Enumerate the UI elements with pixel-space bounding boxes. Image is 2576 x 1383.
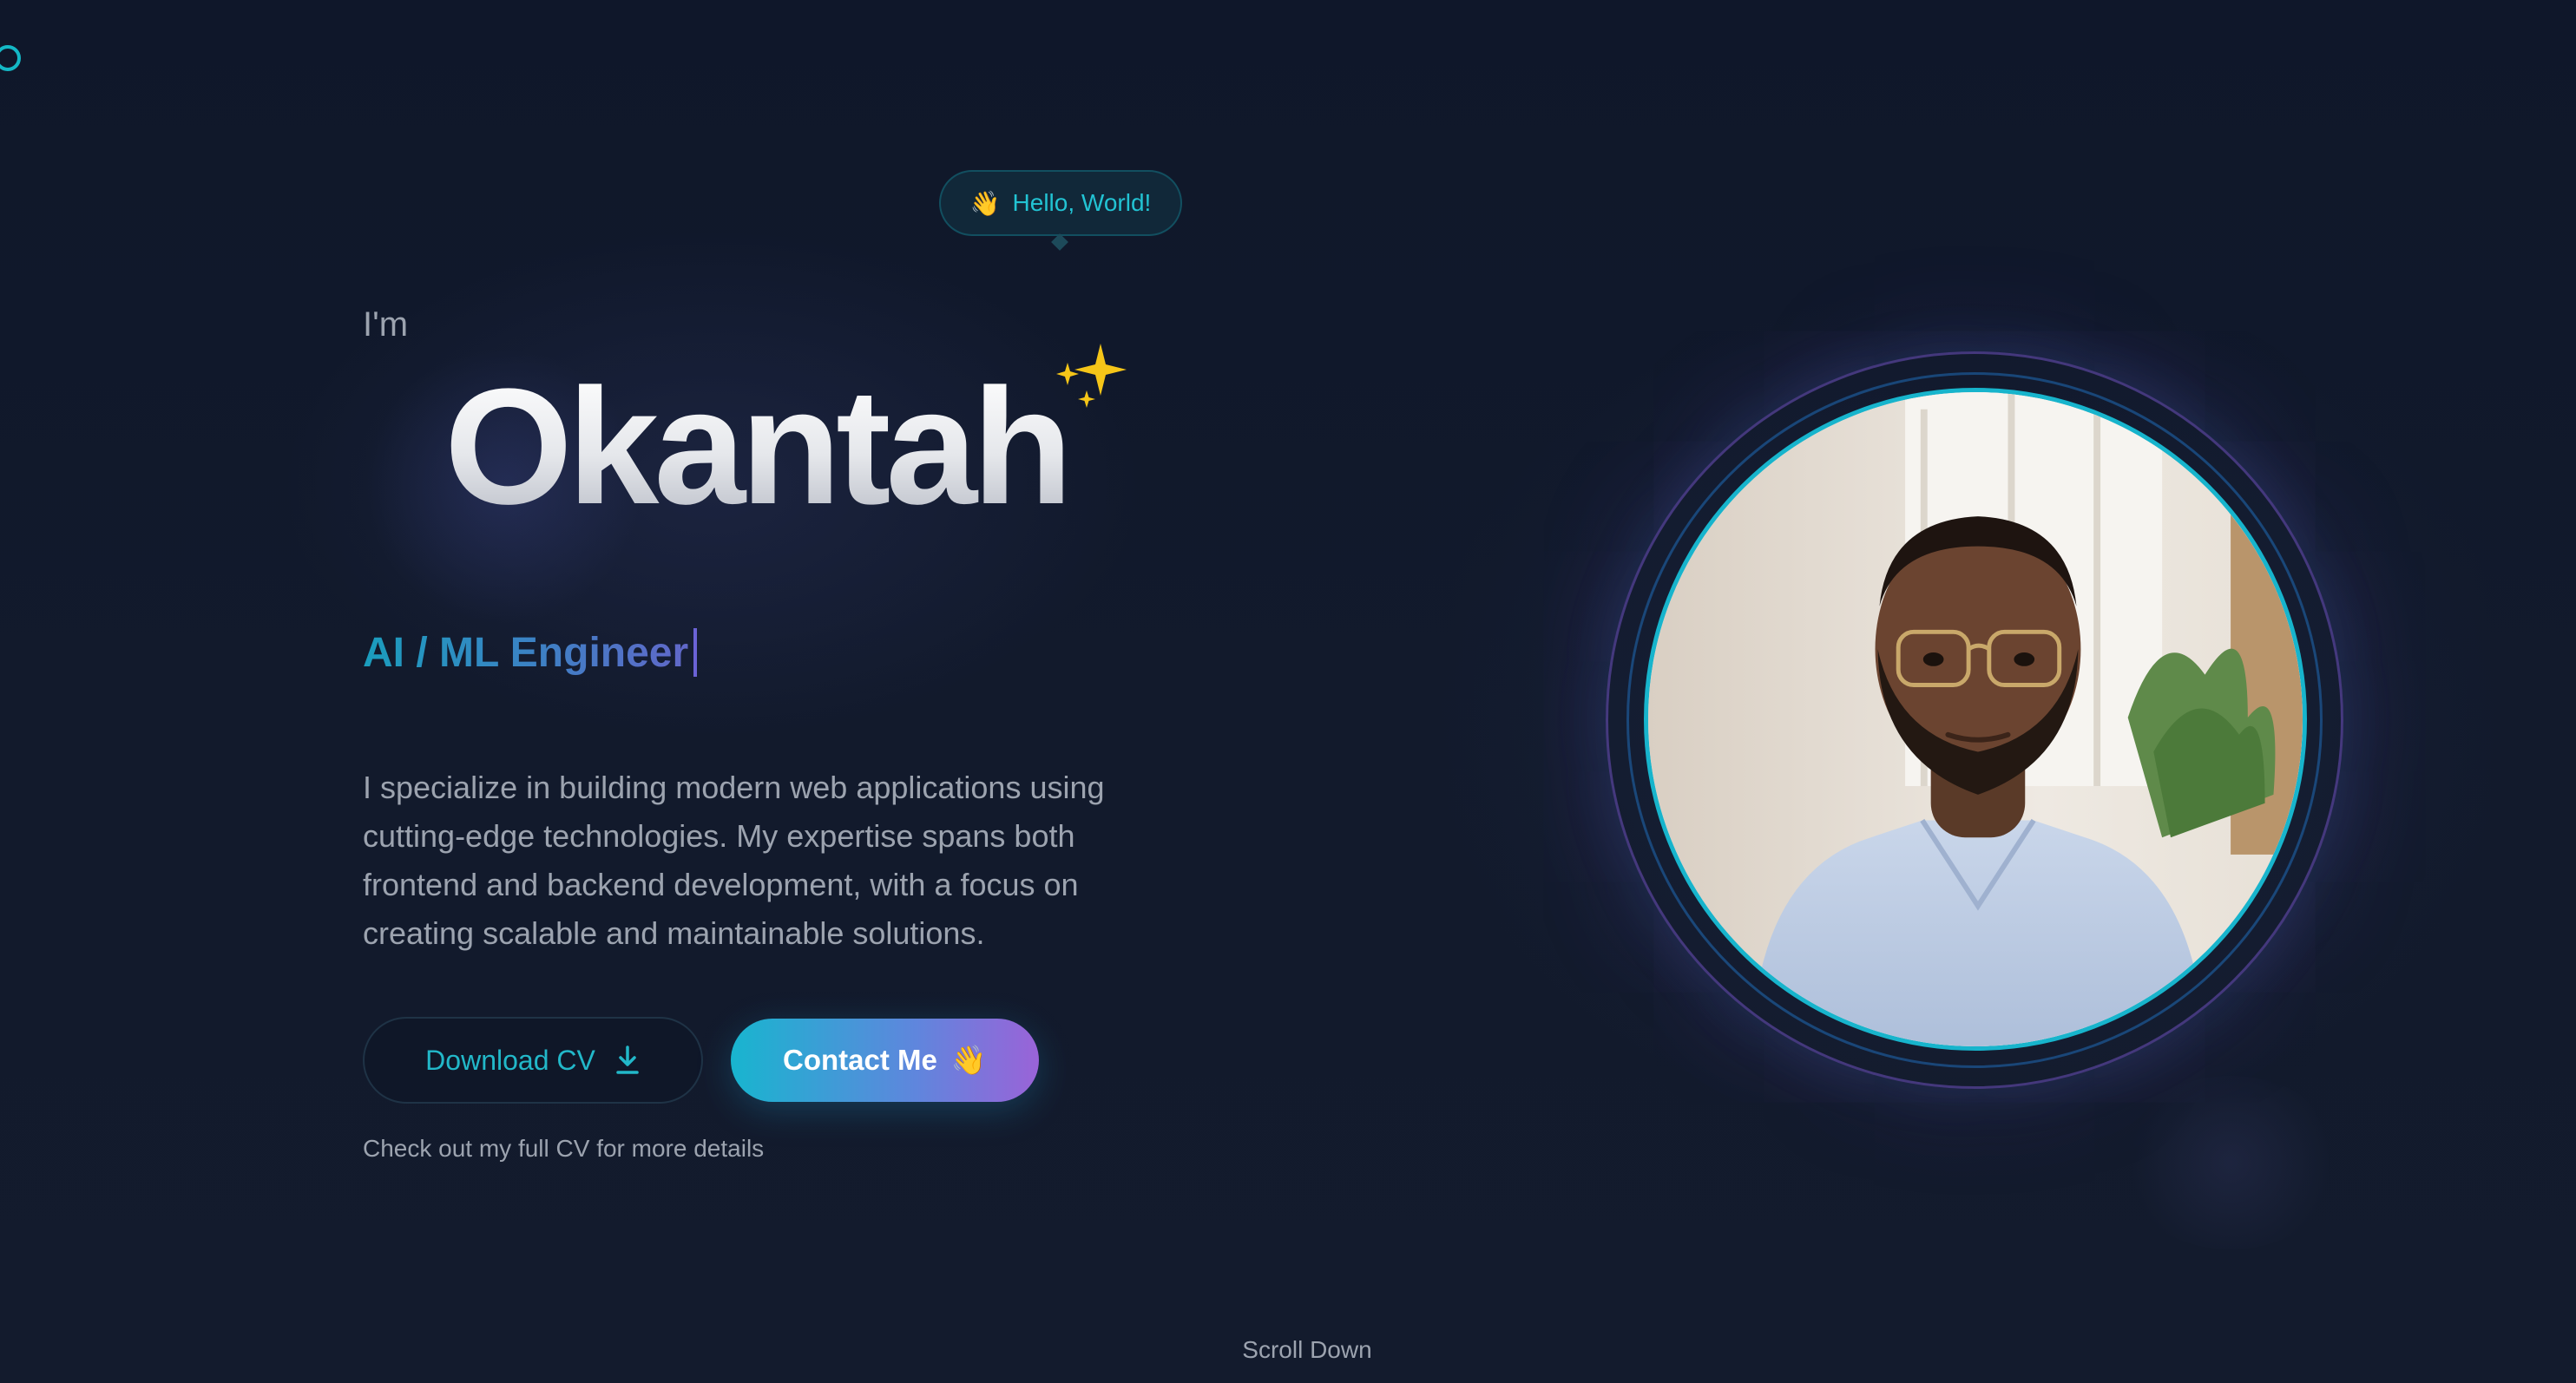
role-text: AI / ML Engineer: [363, 629, 689, 676]
ring-icon[interactable]: [0, 45, 21, 71]
download-cv-button[interactable]: Download CV: [363, 1017, 703, 1104]
download-cv-label: Download CV: [425, 1044, 595, 1076]
profile-photo: [1644, 388, 2307, 1051]
bio-paragraph: I specialize in building modern web appl…: [363, 770, 1105, 951]
scroll-down-indicator[interactable]: Scroll Down: [0, 1336, 2576, 1364]
role-typewriter: AI / ML Engineer: [363, 628, 698, 677]
background-glow: [2118, 1076, 2343, 1249]
badge-tail: [1051, 233, 1068, 251]
download-icon: [616, 1045, 639, 1074]
hero-name: Okantah: [444, 355, 1073, 539]
cv-note: Check out my full CV for more details: [363, 1135, 765, 1162]
typing-caret: [693, 628, 698, 677]
hero-section: 👋 Hello, World! I'm Okantah AI / ML Engi…: [0, 0, 2576, 1383]
profile-avatar: [1606, 351, 2343, 1089]
hello-badge: 👋 Hello, World!: [939, 170, 1182, 236]
contact-me-button[interactable]: Contact Me 👋: [731, 1019, 1039, 1102]
contact-me-label: Contact Me: [783, 1044, 937, 1076]
waving-hand-icon: 👋: [969, 189, 1001, 217]
sparkles-icon: [1056, 344, 1127, 408]
waving-hand-icon: 👋: [950, 1043, 987, 1076]
portrait-image: [1648, 392, 2303, 1046]
intro-text: I'm: [363, 305, 409, 344]
hello-badge-text: Hello, World!: [1012, 189, 1152, 216]
